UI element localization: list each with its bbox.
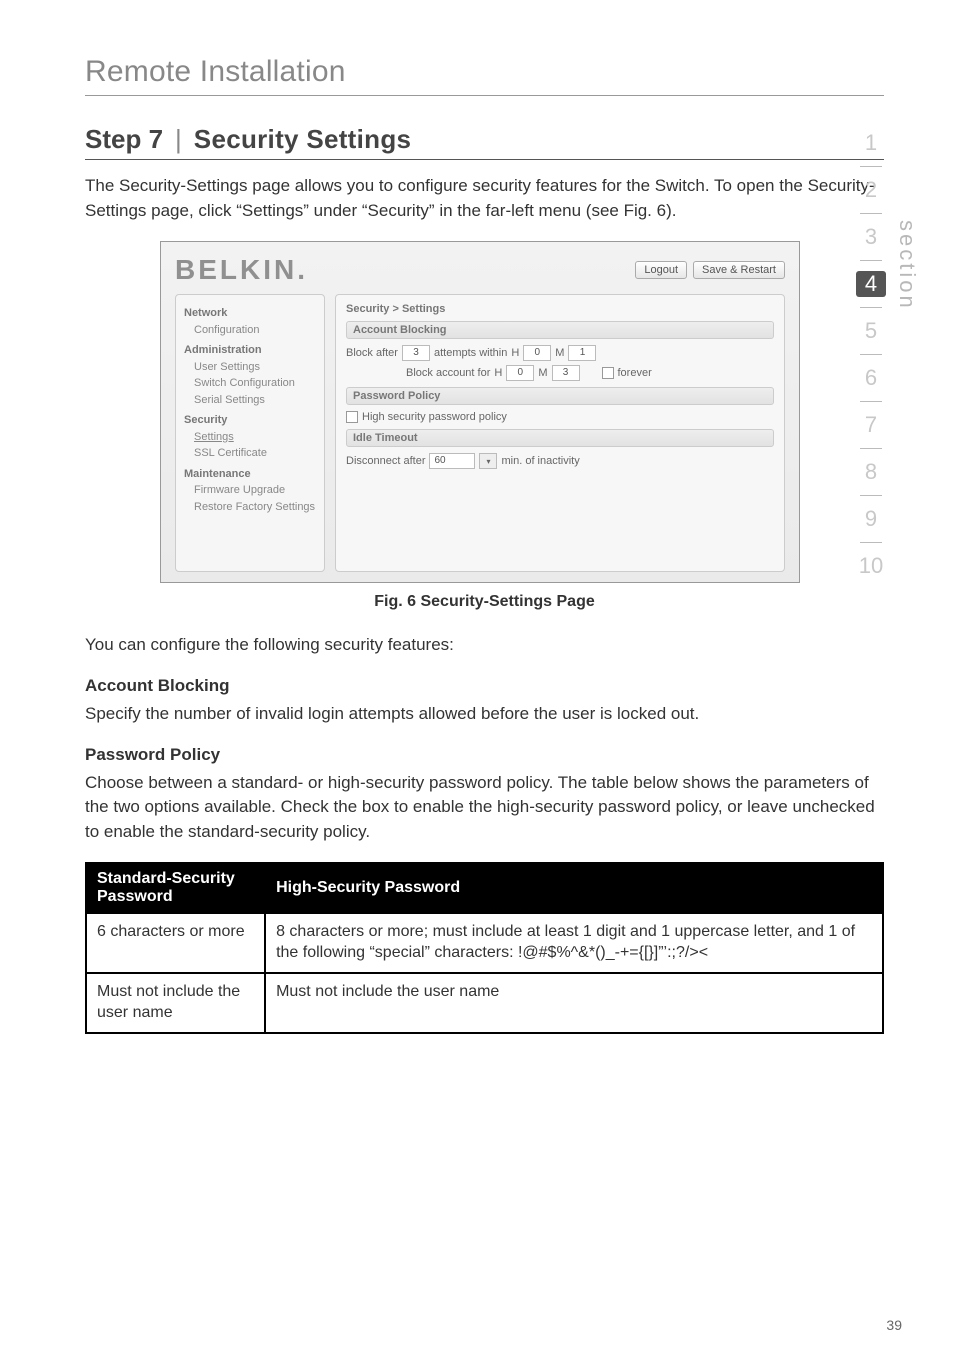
rail-divider <box>860 495 882 496</box>
step-separator: | <box>175 124 182 155</box>
section-number-5: 5 <box>856 318 886 344</box>
nav-item[interactable]: Settings <box>194 429 316 446</box>
nav-item[interactable]: Configuration <box>194 322 316 339</box>
high-security-label: High security password policy <box>362 411 507 423</box>
logout-button[interactable]: Logout <box>635 261 687 279</box>
h-label-1: H <box>511 347 519 359</box>
password-policy-table: Standard-Security Password High-Security… <box>85 862 884 1033</box>
h-input-2[interactable]: 0 <box>506 365 534 381</box>
post-figure-text: You can configure the following security… <box>85 633 884 658</box>
rail-divider <box>860 307 882 308</box>
nav-group: Maintenance <box>184 466 316 483</box>
step-label: Step 7 <box>85 124 163 155</box>
step-title: Security Settings <box>194 124 412 155</box>
block-account-for-label: Block account for <box>406 367 490 379</box>
rail-divider <box>860 166 882 167</box>
table-cell-high: 8 characters or more; must include at le… <box>265 913 883 973</box>
nav-item[interactable]: Serial Settings <box>194 392 316 409</box>
section-number-7: 7 <box>856 412 886 438</box>
table-cell-high: Must not include the user name <box>265 973 883 1033</box>
save-restart-button[interactable]: Save & Restart <box>693 261 785 279</box>
m-label-1: M <box>555 347 564 359</box>
forever-checkbox[interactable] <box>602 367 614 379</box>
figure-caption: Fig. 6 Security-Settings Page <box>85 593 884 611</box>
m-input-1[interactable]: 1 <box>568 345 596 361</box>
intro-paragraph: The Security-Settings page allows you to… <box>85 174 884 223</box>
rail-divider <box>860 354 882 355</box>
table-cell-standard: 6 characters or more <box>86 913 265 973</box>
rail-divider <box>860 448 882 449</box>
section-number-1: 1 <box>856 130 886 156</box>
brand-logo: BELKIN. <box>175 254 308 286</box>
rail-divider <box>860 260 882 261</box>
nav-item[interactable]: SSL Certificate <box>194 445 316 462</box>
section-number-8: 8 <box>856 459 886 485</box>
forever-label: forever <box>618 367 652 379</box>
table-header-standard: Standard-Security Password <box>86 863 265 913</box>
settings-content: Security > Settings Account Blocking Blo… <box>335 294 785 572</box>
table-row: Must not include the user nameMust not i… <box>86 973 883 1033</box>
nav-item[interactable]: Firmware Upgrade <box>194 482 316 499</box>
page-number: 39 <box>886 1317 902 1333</box>
nav-item[interactable]: Restore Factory Settings <box>194 499 316 516</box>
m-label-2: M <box>538 367 547 379</box>
section-number-9: 9 <box>856 506 886 532</box>
left-nav: NetworkConfiguration AdministrationUser S… <box>175 294 325 572</box>
disconnect-after-label: Disconnect after <box>346 455 425 467</box>
rail-divider <box>860 213 882 214</box>
password-policy-heading: Password Policy <box>346 387 774 405</box>
section-number-3: 3 <box>856 224 886 250</box>
m-input-2[interactable]: 3 <box>552 365 580 381</box>
section-number-10: 10 <box>856 553 886 579</box>
account-blocking-text: Specify the number of invalid login atte… <box>85 702 884 727</box>
rail-divider <box>860 542 882 543</box>
nav-item[interactable]: User Settings <box>194 359 316 376</box>
disconnect-after-input[interactable]: 60 <box>429 453 475 469</box>
nav-group: Security <box>184 412 316 429</box>
table-header-high: High-Security Password <box>265 863 883 913</box>
table-row: 6 characters or more8 characters or more… <box>86 913 883 973</box>
h-label-2: H <box>494 367 502 379</box>
table-cell-standard: Must not include the user name <box>86 973 265 1033</box>
section-number-2: 2 <box>856 177 886 203</box>
section-rail: 1 2 3 4 5 6 7 8 9 10 section <box>856 130 920 579</box>
account-blocking-heading: Account Blocking <box>346 321 774 339</box>
nav-group: Administration <box>184 342 316 359</box>
breadcrumb: Security > Settings <box>346 303 774 315</box>
screenshot-panel: BELKIN. Logout Save & Restart NetworkCon… <box>160 241 800 583</box>
attempts-within-label: attempts within <box>434 347 507 359</box>
block-after-label: Block after <box>346 347 398 359</box>
rail-divider <box>860 401 882 402</box>
block-after-input[interactable]: 3 <box>402 345 430 361</box>
section-number-6: 6 <box>856 365 886 391</box>
unit-label: min. of inactivity <box>501 455 579 467</box>
page-title: Remote Installation <box>85 55 884 96</box>
section-number-4: 4 <box>856 271 886 297</box>
password-policy-subheading: Password Policy <box>85 745 884 765</box>
account-blocking-subheading: Account Blocking <box>85 676 884 696</box>
h-input-1[interactable]: 0 <box>523 345 551 361</box>
nav-group: Network <box>184 305 316 322</box>
step-heading: Step 7 | Security Settings <box>85 124 884 160</box>
section-label: section <box>894 220 920 311</box>
password-policy-text: Choose between a standard- or high-secur… <box>85 771 884 845</box>
high-security-checkbox[interactable] <box>346 411 358 423</box>
unit-select[interactable]: ▾ <box>479 453 497 469</box>
idle-timeout-heading: Idle Timeout <box>346 429 774 447</box>
nav-item[interactable]: Switch Configuration <box>194 375 316 392</box>
